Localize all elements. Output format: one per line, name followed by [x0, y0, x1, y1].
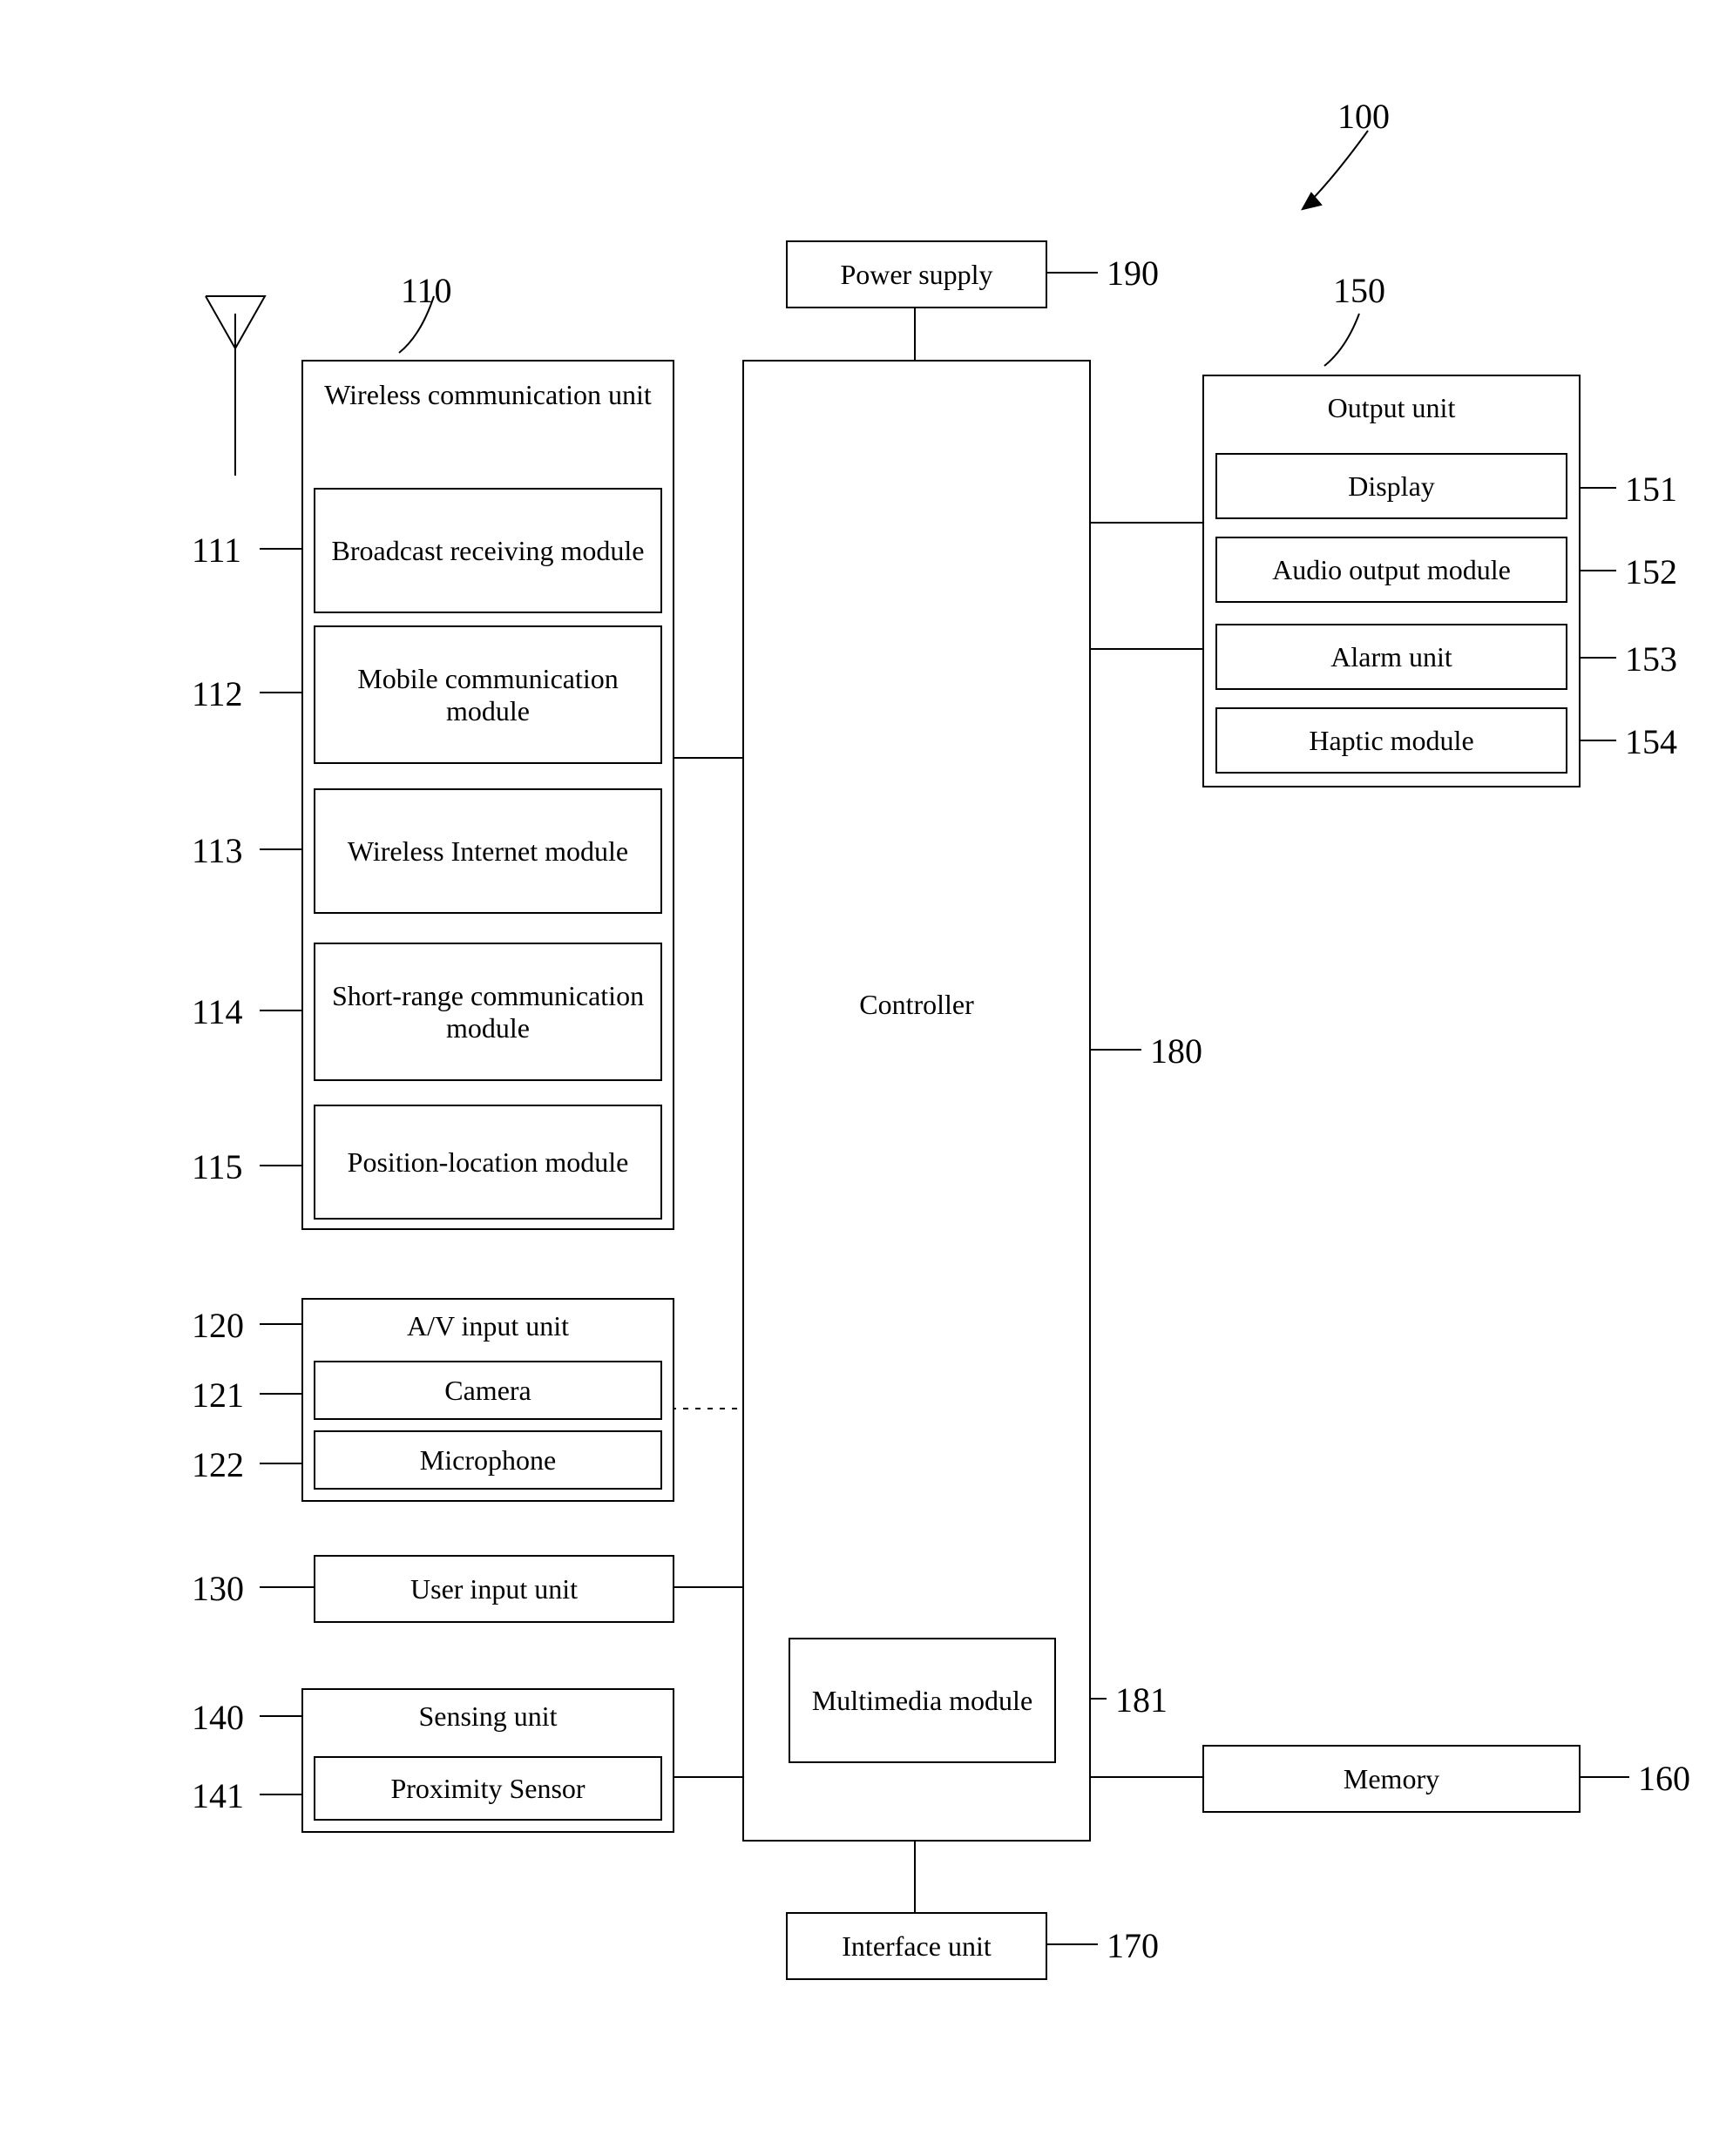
- wireless-unit-title: Wireless communication unit: [303, 379, 673, 411]
- ref-170: 170: [1107, 1925, 1159, 1966]
- microphone-label: Microphone: [420, 1444, 556, 1477]
- memory-label: Memory: [1344, 1763, 1439, 1795]
- ref-113: 113: [192, 830, 243, 871]
- multimedia-box: Multimedia module: [789, 1638, 1056, 1763]
- av-input-title: A/V input unit: [303, 1310, 673, 1342]
- broadcast-receiving-box: Broadcast receiving module: [314, 488, 662, 613]
- power-supply-label: Power supply: [840, 259, 992, 291]
- ref-180: 180: [1150, 1031, 1202, 1071]
- proximity-sensor-label: Proximity Sensor: [390, 1773, 585, 1805]
- mobile-comm-box: Mobile communication module: [314, 625, 662, 764]
- ref-115: 115: [192, 1146, 243, 1187]
- ref-122: 122: [192, 1444, 244, 1485]
- display-label: Display: [1348, 470, 1435, 503]
- interface-unit-box: Interface unit: [786, 1912, 1047, 1980]
- user-input-label: User input unit: [410, 1573, 578, 1605]
- wireless-internet-label: Wireless Internet module: [348, 835, 628, 868]
- broadcast-receiving-label: Broadcast receiving module: [332, 535, 645, 567]
- wireless-internet-box: Wireless Internet module: [314, 788, 662, 914]
- ref-153: 153: [1625, 639, 1677, 679]
- haptic-module-box: Haptic module: [1215, 707, 1567, 774]
- ref-154: 154: [1625, 721, 1677, 762]
- haptic-module-label: Haptic module: [1309, 725, 1473, 757]
- mobile-comm-label: Mobile communication module: [315, 663, 660, 727]
- display-box: Display: [1215, 453, 1567, 519]
- power-supply-box: Power supply: [786, 240, 1047, 308]
- diagram-canvas: 100 Power supply 190 Controller 180 Mult…: [0, 0, 1733, 2156]
- ref-141: 141: [192, 1775, 244, 1816]
- ref-111: 111: [192, 530, 241, 571]
- ref-151: 151: [1625, 469, 1677, 510]
- ref-150: 150: [1333, 270, 1385, 311]
- ref-112: 112: [192, 673, 243, 714]
- figure-ref-100: 100: [1337, 96, 1390, 137]
- camera-box: Camera: [314, 1361, 662, 1420]
- short-range-label: Short-range communication module: [315, 980, 660, 1044]
- ref-130: 130: [192, 1568, 244, 1609]
- ref-190: 190: [1107, 253, 1159, 294]
- sensing-unit-title: Sensing unit: [303, 1700, 673, 1733]
- short-range-box: Short-range communication module: [314, 943, 662, 1081]
- alarm-unit-box: Alarm unit: [1215, 624, 1567, 690]
- ref-114: 114: [192, 991, 243, 1032]
- ref-110: 110: [401, 270, 452, 311]
- position-location-box: Position-location module: [314, 1105, 662, 1220]
- alarm-unit-label: Alarm unit: [1330, 641, 1452, 673]
- ref-160: 160: [1638, 1758, 1690, 1799]
- multimedia-label: Multimedia module: [812, 1685, 1032, 1717]
- interface-unit-label: Interface unit: [842, 1930, 991, 1963]
- ref-120: 120: [192, 1305, 244, 1346]
- camera-label: Camera: [444, 1375, 531, 1407]
- ref-140: 140: [192, 1697, 244, 1738]
- audio-output-label: Audio output module: [1272, 554, 1511, 586]
- ref-152: 152: [1625, 551, 1677, 592]
- position-location-label: Position-location module: [348, 1146, 629, 1179]
- controller-label: Controller: [744, 989, 1089, 1021]
- microphone-box: Microphone: [314, 1430, 662, 1490]
- memory-box: Memory: [1202, 1745, 1581, 1813]
- user-input-box: User input unit: [314, 1555, 674, 1623]
- output-unit-title: Output unit: [1204, 392, 1579, 424]
- controller-box: Controller: [742, 360, 1091, 1842]
- audio-output-box: Audio output module: [1215, 537, 1567, 603]
- proximity-sensor-box: Proximity Sensor: [314, 1756, 662, 1821]
- ref-121: 121: [192, 1375, 244, 1416]
- ref-181: 181: [1115, 1680, 1168, 1720]
